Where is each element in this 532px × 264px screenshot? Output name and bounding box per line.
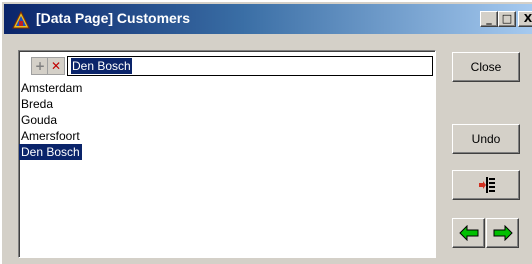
minimize-button[interactable]: _ xyxy=(480,11,498,27)
plus-icon: + xyxy=(34,59,46,73)
delete-record-button[interactable]: ✕ xyxy=(47,57,65,75)
app-logo-icon xyxy=(12,11,30,29)
list-item[interactable]: Breda xyxy=(19,96,55,112)
app-window: [Data Page] Customers _ □ X + ✕ Den Bosc… xyxy=(0,0,532,264)
list-item[interactable]: Amsterdam xyxy=(19,80,84,96)
insert-tree-button[interactable] xyxy=(452,170,520,200)
delete-x-icon: ✕ xyxy=(50,59,62,73)
insert-tree-icon xyxy=(479,177,495,193)
window-title: [Data Page] Customers xyxy=(36,10,191,26)
previous-record-button[interactable] xyxy=(452,218,485,248)
undo-button[interactable]: Undo xyxy=(452,124,520,154)
list-item-selected[interactable]: Den Bosch xyxy=(19,144,82,160)
next-record-button[interactable] xyxy=(486,218,519,248)
arrow-left-icon xyxy=(459,225,479,241)
close-window-button[interactable]: X xyxy=(518,11,532,27)
arrow-right-icon xyxy=(493,225,513,241)
title-bar[interactable]: [Data Page] Customers _ □ X xyxy=(4,4,532,34)
records-panel: + ✕ Den Bosch Amsterdam Breda Gouda Amer… xyxy=(18,50,436,258)
list-item[interactable]: Amersfoort xyxy=(19,128,82,144)
close-button[interactable]: Close xyxy=(452,52,520,82)
record-edit-field[interactable]: Den Bosch xyxy=(67,56,433,76)
maximize-button[interactable]: □ xyxy=(498,11,516,27)
record-list[interactable]: Amsterdam Breda Gouda Amersfoort Den Bos… xyxy=(19,80,84,160)
list-item[interactable]: Gouda xyxy=(19,112,59,128)
record-edit-value: Den Bosch xyxy=(71,58,132,74)
